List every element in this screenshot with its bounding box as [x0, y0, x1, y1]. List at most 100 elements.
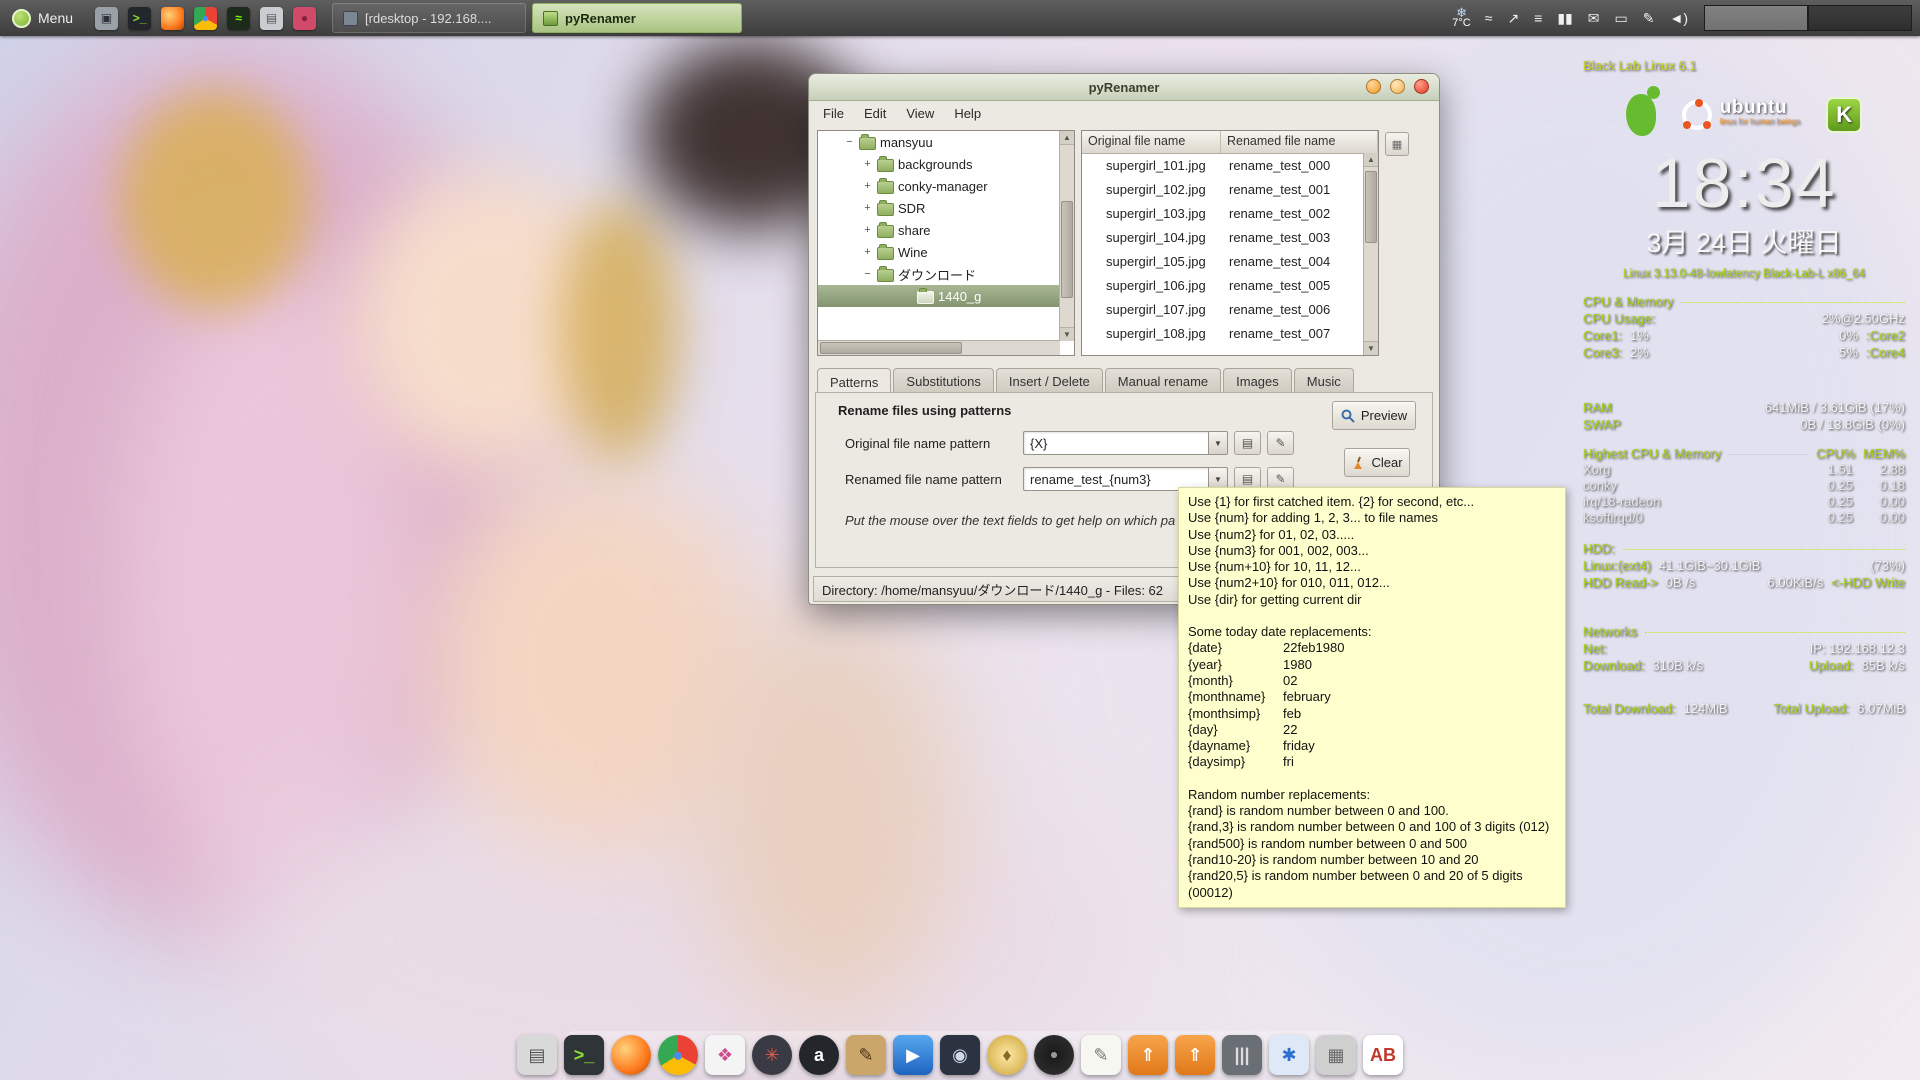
usb-drive-2-icon[interactable]: ⇑	[1175, 1035, 1215, 1075]
file-row[interactable]: supergirl_104.jpg rename_test_003	[1082, 225, 1364, 249]
column-original-file-name[interactable]: Original file name	[1082, 131, 1221, 153]
workspace-2[interactable]	[1808, 5, 1912, 31]
shutter-icon[interactable]: ✳	[752, 1035, 792, 1075]
tree-vertical-scrollbar[interactable]: ▲ ▼	[1059, 131, 1074, 341]
section-title: Rename files using patterns	[838, 403, 1011, 418]
tab-substitutions[interactable]: Substitutions	[893, 368, 993, 393]
usb-drive-icon[interactable]: ⇑	[1128, 1035, 1168, 1075]
file-manager-icon[interactable]: ▤	[517, 1035, 557, 1075]
menu-list-icon[interactable]: ≡	[1534, 10, 1542, 26]
tree-item-sdr[interactable]: + SDR	[818, 197, 1060, 219]
tree-item-share[interactable]: + share	[818, 219, 1060, 241]
tree-item-wine[interactable]: + Wine	[818, 241, 1060, 263]
pencil-icon[interactable]: ✎	[846, 1035, 886, 1075]
file-row[interactable]: supergirl_102.jpg rename_test_001	[1082, 177, 1364, 201]
titlebar[interactable]: pyRenamer	[809, 74, 1439, 101]
tree-expander-icon[interactable]: +	[862, 203, 873, 214]
chart-bars-icon[interactable]: ▮▮	[1557, 10, 1572, 27]
file-row[interactable]: supergirl_106.jpg rename_test_005	[1082, 273, 1364, 297]
file-row[interactable]: supergirl_107.jpg rename_test_006	[1082, 297, 1364, 321]
menubar-item[interactable]: View	[896, 103, 944, 124]
tree-horizontal-scrollbar[interactable]	[818, 340, 1060, 355]
scroll-up-icon[interactable]: ▲	[1060, 131, 1074, 145]
tree-expander-icon[interactable]: +	[862, 225, 873, 236]
pattern-options-button[interactable]: ▤	[1234, 431, 1261, 455]
clock: 18:34	[1583, 147, 1905, 219]
list-vertical-scrollbar[interactable]: ▲ ▼	[1363, 153, 1378, 355]
file-row[interactable]: supergirl_108.jpg rename_test_007	[1082, 321, 1364, 345]
close-button[interactable]	[1414, 79, 1429, 94]
tree-expander-icon[interactable]: −	[844, 137, 855, 148]
disc-burner-icon[interactable]	[1034, 1035, 1074, 1075]
scroll-up-icon[interactable]: ▲	[1364, 153, 1378, 167]
raspberry-pi-icon[interactable]: ●	[293, 7, 316, 30]
folder-icon	[877, 225, 894, 238]
pattern-edit-button[interactable]: ✎	[1267, 431, 1294, 455]
ubuntu-circle-icon	[1682, 100, 1712, 130]
tab-images[interactable]: Images	[1223, 368, 1292, 393]
chrome-icon[interactable]: ●	[194, 7, 217, 30]
tree-item-mansyuu[interactable]: − mansyuu	[818, 131, 1060, 153]
tree-item-1440g[interactable]: 1440_g	[818, 285, 1060, 307]
original-pattern-dropdown[interactable]: ▼	[1209, 431, 1228, 455]
scroll-down-icon[interactable]: ▼	[1364, 341, 1378, 355]
firefox-icon[interactable]	[161, 7, 184, 30]
total-download: 124MiB	[1684, 701, 1728, 716]
camera-icon[interactable]: ◉	[940, 1035, 980, 1075]
tree-expander-icon[interactable]: +	[862, 247, 873, 258]
translator-icon[interactable]: AB	[1363, 1035, 1403, 1075]
image-editor-icon[interactable]: ❖	[705, 1035, 745, 1075]
tree-expander-icon[interactable]: −	[862, 269, 873, 280]
maximize-button[interactable]	[1390, 79, 1405, 94]
tree-item-downloads[interactable]: − ダウンロード	[818, 263, 1060, 285]
tab-music[interactable]: Music	[1294, 368, 1354, 393]
tree-expander-icon[interactable]: +	[862, 181, 873, 192]
display-settings-icon[interactable]: ▣	[95, 7, 118, 30]
scroll-down-icon[interactable]: ▼	[1060, 327, 1074, 341]
pen-icon[interactable]: ✎	[1643, 10, 1655, 27]
tab-insert-delete[interactable]: Insert / Delete	[996, 368, 1103, 393]
minimize-button[interactable]	[1366, 79, 1381, 94]
mail-icon[interactable]: ✉	[1588, 10, 1600, 27]
top-processes-header: Highest CPU & Memory CPU% MEM%	[1583, 446, 1905, 461]
chrome-icon[interactable]: ●	[658, 1035, 698, 1075]
file-row[interactable]: supergirl_101.jpg rename_test_000	[1082, 153, 1364, 177]
taskbar-window-rdesktop[interactable]: [rdesktop - 192.168....	[332, 3, 526, 33]
menu-button[interactable]: Menu	[0, 0, 85, 36]
weather-applet[interactable]: ❄ 7°C	[1452, 7, 1470, 29]
amarok-icon[interactable]: a	[799, 1035, 839, 1075]
blocks-icon[interactable]: ▦	[1316, 1035, 1356, 1075]
menubar-item[interactable]: File	[813, 103, 854, 124]
preview-button[interactable]: Preview	[1332, 401, 1416, 430]
gold-artifact-icon[interactable]: ♦	[987, 1035, 1027, 1075]
volume-icon[interactable]: ◄)	[1669, 10, 1688, 26]
tab-manual-rename[interactable]: Manual rename	[1105, 368, 1221, 393]
menubar-item[interactable]: Edit	[854, 103, 896, 124]
blue-star-icon[interactable]: ✱	[1269, 1035, 1309, 1075]
tree-expander-icon[interactable]: +	[862, 159, 873, 170]
column-renamed-file-name[interactable]: Renamed file name	[1221, 131, 1378, 153]
network-up-icon[interactable]: ↗	[1507, 10, 1519, 27]
equalizer-icon[interactable]: |||	[1222, 1035, 1262, 1075]
oscilloscope-icon[interactable]: ≈	[227, 7, 250, 30]
original-pattern-input[interactable]	[1023, 431, 1209, 455]
firefox-icon[interactable]	[611, 1035, 651, 1075]
file-list: Original file name Renamed file name sup…	[1081, 130, 1379, 356]
column-options-button[interactable]: ▦	[1385, 132, 1409, 156]
file-row[interactable]: supergirl_103.jpg rename_test_002	[1082, 201, 1364, 225]
taskbar-window-pyrenamer[interactable]: pyRenamer	[532, 3, 742, 33]
terminal-icon[interactable]: >_	[128, 7, 151, 30]
menubar-item[interactable]: Help	[944, 103, 991, 124]
file-row[interactable]: supergirl_105.jpg rename_test_004	[1082, 249, 1364, 273]
tree-item-backgrounds[interactable]: + backgrounds	[818, 153, 1060, 175]
tree-item-conky-manager[interactable]: + conky-manager	[818, 175, 1060, 197]
workspace-1[interactable]	[1704, 5, 1808, 31]
waveform-icon[interactable]: ≈	[1485, 10, 1493, 26]
clear-button[interactable]: Clear	[1344, 448, 1410, 477]
eject-icon[interactable]: ▭	[1615, 10, 1628, 27]
printer-icon[interactable]: ▤	[260, 7, 283, 30]
media-player-icon[interactable]: ▶	[893, 1035, 933, 1075]
terminal-icon[interactable]: >_	[564, 1035, 604, 1075]
tab-patterns[interactable]: Patterns	[817, 368, 891, 394]
text-editor-icon[interactable]: ✎	[1081, 1035, 1121, 1075]
